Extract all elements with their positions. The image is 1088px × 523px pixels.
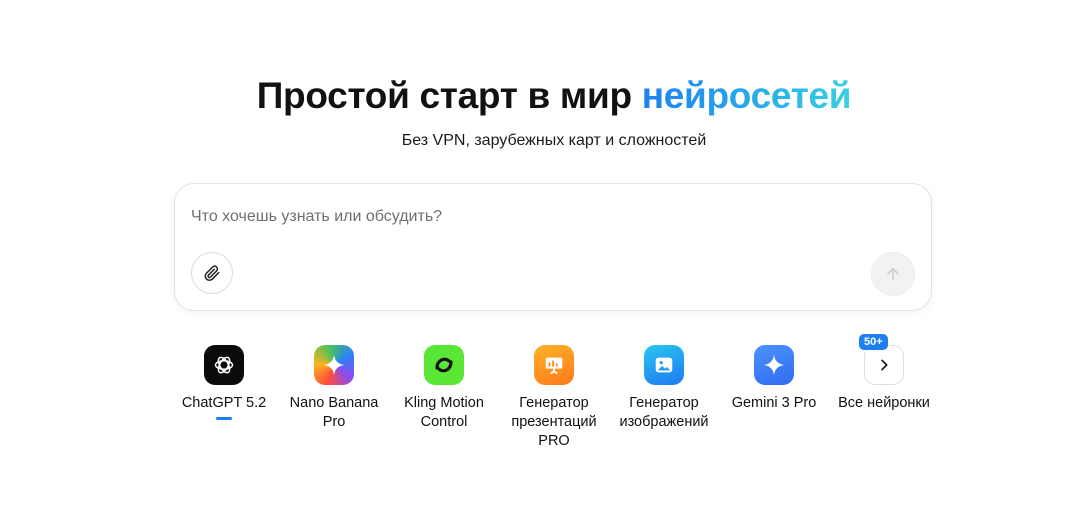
model-label: Nano Banana Pro	[289, 395, 379, 430]
all-models-button[interactable]: 50+	[857, 332, 904, 385]
attach-button[interactable]	[191, 252, 233, 294]
model-label: Все нейронки	[838, 395, 930, 411]
model-nano-banana[interactable]: Nano Banana Pro	[279, 345, 389, 432]
model-label: ChatGPT 5.2	[181, 395, 267, 411]
arrow-up-icon	[887, 267, 899, 281]
gemini-sparkle-icon	[754, 345, 794, 385]
model-list: ChatGPT 5.2 Nano Banana Pro Kling Motion…	[169, 332, 949, 455]
model-label: Gemini 3 Pro	[731, 395, 817, 411]
model-label: Kling Motion Control	[404, 395, 484, 430]
presentation-icon	[534, 345, 574, 385]
sparkle-icon	[314, 345, 354, 385]
model-chatgpt[interactable]: ChatGPT 5.2	[169, 345, 279, 420]
model-all[interactable]: 50+ Все нейронки	[829, 332, 939, 413]
openai-logo-icon	[204, 345, 244, 385]
model-kling[interactable]: Kling Motion Control	[389, 345, 499, 432]
prompt-input[interactable]	[191, 204, 871, 230]
image-icon	[644, 345, 684, 385]
model-image-generator[interactable]: Генератор изображений	[609, 345, 719, 432]
kling-logo-icon	[424, 345, 464, 385]
page-title: Простой старт в мир нейросетей	[0, 74, 1088, 118]
model-label: Генератор изображений	[619, 395, 709, 430]
prompt-box	[174, 183, 932, 311]
page-title-main: Простой старт в мир	[256, 75, 642, 116]
model-label: Генератор презентаций PRO	[511, 395, 597, 449]
count-badge: 50+	[857, 332, 890, 352]
active-indicator	[216, 417, 232, 420]
model-presentations[interactable]: Генератор презентаций PRO	[499, 345, 609, 451]
model-gemini[interactable]: Gemini 3 Pro	[719, 345, 829, 413]
page-title-accent: нейросетей	[641, 75, 852, 116]
chevron-right-icon	[881, 359, 888, 371]
send-button[interactable]	[871, 252, 915, 296]
page-subtitle: Без VPN, зарубежных карт и сложностей	[401, 132, 707, 149]
paperclip-icon	[204, 265, 220, 282]
